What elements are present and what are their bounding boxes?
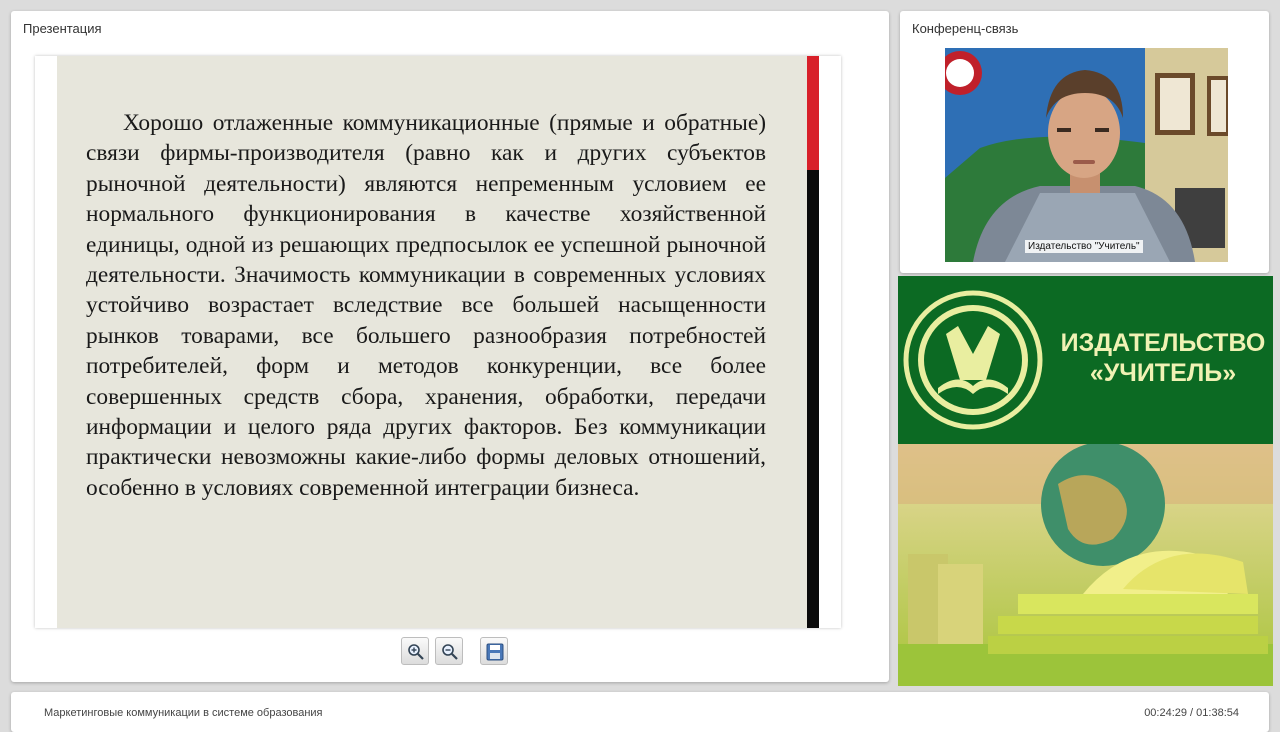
video-caption: Издательство "Учитель" — [1025, 240, 1143, 253]
playback-time: 00:24:29 / 01:38:54 — [1144, 707, 1239, 719]
zoom-out-icon — [442, 644, 458, 660]
presentation-panel-title: Презентация — [23, 21, 102, 36]
banner-text-line2: «УЧИТЕЛЬ» — [1089, 359, 1237, 387]
slide-stripe-black — [807, 170, 819, 628]
conference-panel-title: Конференц-связь — [912, 21, 1019, 36]
slide: Хорошо отлаженные коммуникационные (прям… — [35, 56, 841, 628]
zoom-in-icon — [408, 644, 424, 660]
slide-text: Хорошо отлаженные коммуникационные (прям… — [86, 110, 766, 501]
banner-logo-area: ИЗДАТЕЛЬСТВО «УЧИТЕЛЬ» — [898, 276, 1273, 444]
banner-text: ИЗДАТЕЛЬСТВО «УЧИТЕЛЬ» — [1058, 328, 1268, 388]
presentation-panel: Презентация Хорошо отлаженные коммуникац… — [11, 11, 889, 682]
course-title: Маркетинговые коммуникации в системе обр… — [44, 707, 323, 719]
banner-text-line1: ИЗДАТЕЛЬСТВО — [1060, 329, 1266, 357]
footer-bar: Маркетинговые коммуникации в системе обр… — [11, 692, 1269, 732]
save-button[interactable] — [480, 637, 508, 665]
video-feed[interactable]: Издательство "Учитель" — [945, 48, 1228, 262]
books-globe-image — [898, 444, 1273, 686]
publisher-banner: ИЗДАТЕЛЬСТВО «УЧИТЕЛЬ» — [898, 276, 1273, 686]
banner-image — [898, 444, 1273, 686]
floppy-disk-icon — [486, 643, 504, 661]
zoom-in-button[interactable] — [401, 637, 429, 665]
slide-stripe-red — [807, 56, 819, 170]
publisher-logo-icon — [903, 290, 1043, 430]
conference-panel: Конференц-связь Издательство "Учитель" — [900, 11, 1269, 273]
zoom-out-button[interactable] — [435, 637, 463, 665]
video-frame — [945, 48, 1228, 262]
